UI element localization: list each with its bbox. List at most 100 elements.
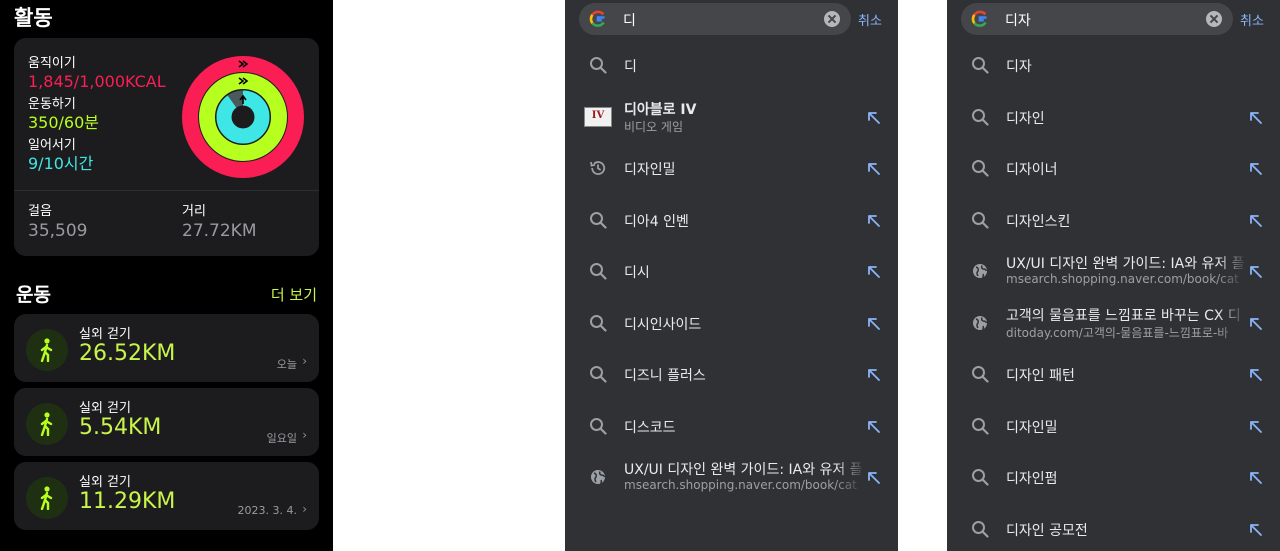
suggestion-item[interactable]: 디자인 공모전 bbox=[947, 503, 1280, 551]
suggestion-text: 디스코드 bbox=[624, 419, 676, 436]
activity-rings bbox=[182, 56, 304, 178]
walking-icon bbox=[26, 477, 68, 519]
suggestion-item[interactable]: 디 bbox=[565, 40, 898, 91]
fill-query-arrow-icon[interactable] bbox=[1249, 316, 1263, 330]
fill-query-arrow-icon[interactable] bbox=[1249, 213, 1263, 227]
text-fade bbox=[835, 194, 865, 246]
fill-query-arrow-icon[interactable] bbox=[1249, 470, 1263, 484]
workout-name: 실외 걷기 bbox=[79, 475, 131, 490]
suggestion-item[interactable]: 디자인밀 bbox=[565, 143, 898, 194]
workout-date: 2023. 3. 4. bbox=[237, 504, 297, 517]
suggestion-subtext: msearch.shopping.naver.com/book/cat bbox=[1006, 272, 1239, 286]
distance-stat: 거리 27.72KM bbox=[182, 204, 256, 242]
exercise-label: 운동하기 bbox=[28, 97, 76, 112]
steps-stat: 걸음 35,509 bbox=[28, 204, 87, 242]
exercise-value: 350/60분 bbox=[28, 113, 100, 132]
google-logo-icon bbox=[589, 10, 605, 27]
suggestion-subtext: 비디오 게임 bbox=[624, 119, 684, 134]
text-fade bbox=[835, 400, 865, 452]
exercise-metric: 운동하기 350/60분 bbox=[28, 97, 99, 133]
suggestion-text: 디자이너 bbox=[1006, 162, 1058, 178]
workout-card[interactable]: 실외 걷기 5.54KM 일요일 › bbox=[14, 388, 319, 456]
globe-icon bbox=[971, 262, 989, 280]
text-fade bbox=[1217, 143, 1247, 194]
suggestion-item[interactable]: 디아4 인벤 bbox=[565, 194, 898, 246]
fill-query-arrow-icon[interactable] bbox=[1249, 161, 1263, 175]
fill-query-arrow-icon[interactable] bbox=[867, 110, 881, 124]
fill-query-arrow-icon[interactable] bbox=[1249, 522, 1263, 536]
game-thumbnail: IV bbox=[584, 106, 612, 127]
text-fade bbox=[835, 143, 865, 194]
search-icon bbox=[589, 365, 607, 383]
suggestion-item[interactable]: 디자인 bbox=[947, 91, 1280, 143]
suggestion-item[interactable]: 디시 bbox=[565, 246, 898, 297]
search-input[interactable]: 디 bbox=[623, 10, 636, 30]
fill-query-arrow-icon[interactable] bbox=[1249, 419, 1263, 433]
workout-date: 오늘 bbox=[276, 358, 297, 371]
fill-query-arrow-icon[interactable] bbox=[1249, 110, 1263, 124]
steps-label: 걸음 bbox=[28, 204, 52, 219]
workout-card[interactable]: 실외 걷기 26.52KM 오늘 › bbox=[14, 314, 319, 382]
text-fade bbox=[835, 452, 865, 503]
globe-icon bbox=[971, 314, 989, 332]
fill-query-arrow-icon[interactable] bbox=[1249, 367, 1263, 381]
suggestion-item[interactable]: 디즈니 플러스 bbox=[565, 349, 898, 400]
workout-card[interactable]: 실외 걷기 11.29KM 2023. 3. 4. › bbox=[14, 462, 319, 530]
suggestion-text: 디자인스킨 bbox=[1006, 213, 1071, 230]
suggestion-item[interactable]: 디자인펌 bbox=[947, 452, 1280, 503]
suggestion-text: 디자인밀 bbox=[1006, 419, 1058, 436]
suggestion-item[interactable]: 디자이너 bbox=[947, 143, 1280, 194]
search-bar[interactable]: 디 bbox=[579, 3, 851, 35]
suggestion-item[interactable]: 고객의 물음표를 느낌표로 바꾸는 CX 디 ditoday.com/고객의-물음… bbox=[947, 297, 1280, 349]
suggestion-item[interactable]: UX/UI 디자인 완벽 가이드: IA와 유저 플 msearch.shoppi… bbox=[947, 246, 1280, 297]
divider bbox=[14, 190, 319, 191]
suggestion-item[interactable]: 디자인 패턴 bbox=[947, 349, 1280, 400]
distance-value: 27.72KM bbox=[182, 221, 257, 241]
fill-query-arrow-icon[interactable] bbox=[1249, 264, 1263, 278]
activity-rings-card[interactable]: 움직이기 1,845/1,000KCAL 운동하기 350/60분 일어서기 9… bbox=[14, 38, 319, 256]
suggestion-item[interactable]: IV 디아블로 IV 비디오 게임 bbox=[565, 91, 898, 143]
suggestion-item[interactable]: 디자 bbox=[947, 40, 1280, 91]
suggestion-item[interactable]: 디스코드 bbox=[565, 400, 898, 452]
fill-query-arrow-icon[interactable] bbox=[867, 470, 881, 484]
text-fade bbox=[835, 297, 865, 349]
show-more-link[interactable]: 더 보기 bbox=[271, 284, 317, 305]
search-icon bbox=[971, 108, 989, 126]
workout-distance: 26.52KM bbox=[79, 341, 176, 366]
suggestion-item[interactable]: 디자인스킨 bbox=[947, 194, 1280, 246]
thumbnail-text: IV bbox=[591, 109, 605, 121]
suggestion-item[interactable]: 디시인사이드 bbox=[565, 297, 898, 349]
clear-icon[interactable] bbox=[824, 11, 840, 27]
fill-query-arrow-icon[interactable] bbox=[867, 161, 881, 175]
fill-query-arrow-icon[interactable] bbox=[867, 367, 881, 381]
suggestion-text: 디자 bbox=[1006, 59, 1032, 75]
fill-query-arrow-icon[interactable] bbox=[867, 316, 881, 330]
search-icon bbox=[971, 520, 989, 538]
search-input[interactable]: 디자 bbox=[1005, 10, 1031, 30]
search-bar[interactable]: 디자 bbox=[961, 3, 1233, 35]
suggestion-subtext: msearch.shopping.naver.com/book/cat bbox=[624, 478, 857, 492]
workout-distance: 11.29KM bbox=[79, 489, 176, 514]
move-metric: 움직이기 1,845/1,000KCAL bbox=[28, 56, 166, 92]
fill-query-arrow-icon[interactable] bbox=[867, 419, 881, 433]
suggestion-text: 디시인사이드 bbox=[624, 316, 702, 333]
suggestion-item[interactable]: 디자인밀 bbox=[947, 400, 1280, 452]
text-fade bbox=[1217, 349, 1247, 400]
suggestion-item[interactable]: UX/UI 디자인 완벽 가이드: IA와 유저 플 msearch.shoppi… bbox=[565, 452, 898, 503]
search-icon bbox=[589, 56, 607, 74]
suggestion-text: 디시 bbox=[624, 265, 650, 281]
text-fade bbox=[1217, 91, 1247, 143]
text-fade bbox=[1217, 503, 1247, 551]
move-label: 움직이기 bbox=[28, 56, 76, 71]
clear-icon[interactable] bbox=[1206, 11, 1222, 27]
fill-query-arrow-icon[interactable] bbox=[867, 213, 881, 227]
fill-query-arrow-icon[interactable] bbox=[867, 264, 881, 278]
suggestion-text: 디자인 공모전 bbox=[1006, 522, 1088, 539]
chevron-right-icon: › bbox=[302, 502, 307, 516]
chevron-right-icon: › bbox=[302, 428, 307, 442]
cancel-button[interactable]: 취소 bbox=[858, 10, 882, 29]
cancel-button[interactable]: 취소 bbox=[1240, 10, 1264, 29]
distance-label: 거리 bbox=[182, 204, 206, 219]
suggestion-text: 디아블로 IV bbox=[624, 101, 697, 118]
suggestion-text: 디 bbox=[624, 59, 637, 75]
